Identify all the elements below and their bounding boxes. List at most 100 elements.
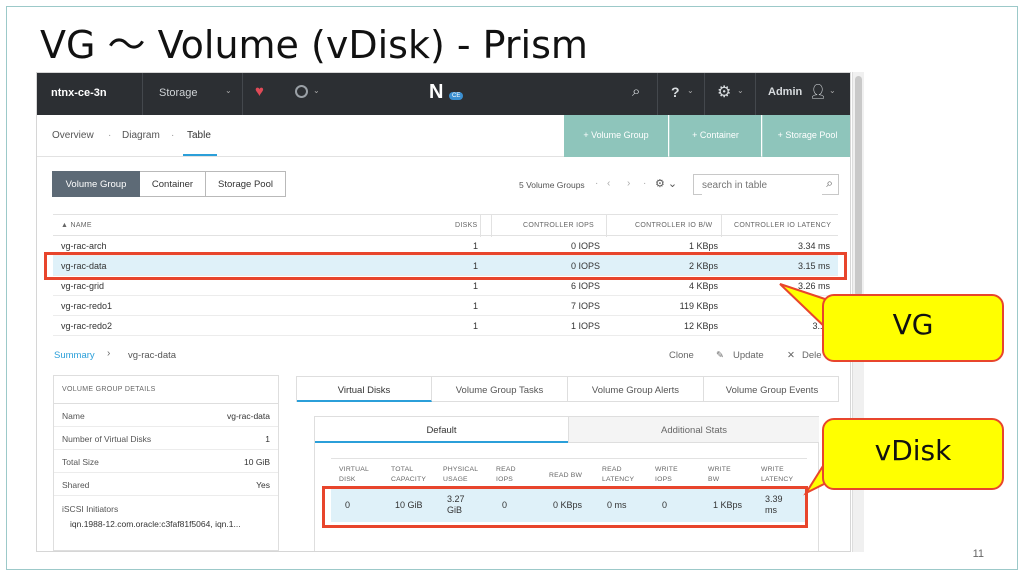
column-header-disks[interactable]: DISKS	[455, 222, 478, 229]
divider	[704, 73, 705, 115]
health-heart-icon[interactable]: ♥	[255, 83, 271, 100]
vg-name[interactable]: vg-rac-redo1	[61, 301, 112, 311]
chevron-down-icon[interactable]: ⌄	[737, 86, 744, 95]
search-icon[interactable]: ⌕	[826, 176, 833, 191]
separator-dot: ·	[643, 178, 647, 189]
tab-volume-group-tasks[interactable]: Volume Group Tasks	[432, 377, 568, 402]
tab-overview[interactable]: Overview	[52, 130, 94, 141]
column-header-latency[interactable]: CONTROLLER IO LATENCY	[734, 222, 831, 229]
detail-row: Name vg-rac-data	[54, 404, 278, 427]
clone-button[interactable]: Clone	[669, 350, 694, 361]
column-header[interactable]: READ LATENCY	[602, 465, 634, 485]
column-header[interactable]: WRITE BW	[708, 465, 731, 485]
delete-button[interactable]: Dele	[802, 350, 822, 361]
close-icon[interactable]: ✕	[787, 350, 795, 361]
column-header[interactable]: VIRTUAL DISK	[339, 465, 369, 485]
divider	[142, 73, 143, 115]
subtab-additional-stats[interactable]: Additional Stats	[568, 417, 819, 443]
column-header-line: BW	[708, 476, 720, 483]
detail-tabs: Virtual Disks Volume Group Tasks Volume …	[296, 376, 839, 402]
vg-name[interactable]: vg-rac-redo2	[61, 321, 112, 331]
tab-volume-group-events[interactable]: Volume Group Events	[704, 377, 840, 402]
detail-value: vg-rac-data	[227, 411, 270, 421]
vg-bw: 1 KBps	[688, 241, 718, 251]
column-header-iops[interactable]: CONTROLLER IOPS	[523, 222, 594, 229]
column-header-bw[interactable]: CONTROLLER IO B/W	[635, 222, 712, 229]
vdisk-row-highlight	[322, 486, 808, 528]
tab-diagram[interactable]: Diagram	[122, 130, 160, 141]
table-row[interactable]: vg-rac-redo1 1 7 IOPS 119 KBps 6	[53, 296, 838, 316]
subtab-default[interactable]: Default	[315, 417, 568, 443]
column-header-line: READ BW	[549, 472, 583, 479]
chevron-down-icon[interactable]: ⌄	[687, 86, 694, 95]
chevron-down-icon[interactable]: ⌄	[313, 86, 320, 95]
add-storage-pool-button[interactable]: + Storage Pool	[762, 115, 850, 157]
logo-badge: CE	[449, 92, 464, 100]
table-row[interactable]: vg-rac-redo2 1 1 IOPS 12 KBps 3.18	[53, 316, 838, 336]
column-divider	[606, 215, 607, 237]
add-container-button[interactable]: + Container	[669, 115, 761, 157]
prev-page-icon[interactable]: ‹	[607, 178, 610, 189]
chevron-down-icon[interactable]: ⌄	[829, 86, 836, 95]
tab-table[interactable]: Table	[187, 130, 211, 141]
page-number: 11	[972, 548, 984, 560]
detail-value: 10 GiB	[244, 457, 270, 467]
gear-icon[interactable]: ⚙	[717, 82, 731, 102]
vg-latency: 3.26 ms	[797, 281, 830, 291]
search-icon[interactable]: ⌕	[632, 83, 640, 100]
vg-iops: 1 IOPS	[570, 321, 600, 331]
vg-disks: 1	[472, 241, 478, 251]
column-header-line: VIRTUAL	[339, 466, 369, 473]
table-settings-gear-icon[interactable]: ⚙ ⌄	[655, 177, 677, 190]
search-input[interactable]	[702, 176, 822, 195]
alerts-ring-icon[interactable]	[295, 85, 308, 98]
column-header-name[interactable]: ▲ NAME	[61, 222, 92, 229]
vg-callout: VG	[822, 294, 1004, 362]
column-header[interactable]: READ BW	[549, 471, 582, 481]
column-header-line: DISK	[339, 476, 356, 483]
segment-volume-group[interactable]: Volume Group	[52, 171, 140, 197]
separator-dot: ·	[171, 130, 175, 141]
vg-disks: 1	[472, 281, 478, 291]
vg-name[interactable]: vg-rac-arch	[61, 241, 107, 251]
breadcrumb-summary-link[interactable]: Summary	[54, 350, 95, 361]
column-header[interactable]: WRITE IOPS	[655, 465, 678, 485]
main-menu-dropdown[interactable]: Storage	[159, 87, 198, 99]
column-header[interactable]: PHYSICAL USAGE	[443, 465, 478, 485]
chevron-down-icon[interactable]: ⌄	[225, 86, 232, 95]
add-volume-group-button[interactable]: + Volume Group	[564, 115, 668, 157]
detail-row: Shared Yes	[54, 473, 278, 496]
vg-disks: 1	[472, 301, 478, 311]
chevron-right-icon: ›	[107, 348, 111, 359]
table-search-field[interactable]: ⌕	[693, 174, 839, 195]
vg-name[interactable]: vg-rac-grid	[61, 281, 104, 291]
column-header-line: PHYSICAL	[443, 466, 479, 473]
user-icon[interactable]: 👤︎	[809, 83, 827, 100]
pencil-icon[interactable]: ✎	[716, 350, 724, 361]
detail-row: Number of Virtual Disks 1	[54, 427, 278, 450]
tab-volume-group-alerts[interactable]: Volume Group Alerts	[568, 377, 704, 402]
cluster-name[interactable]: ntnx-ce-3n	[51, 87, 107, 99]
column-header[interactable]: TOTAL CAPACITY	[391, 465, 426, 485]
column-header[interactable]: READ IOPS	[496, 465, 516, 485]
column-header-line: CAPACITY	[391, 476, 427, 483]
detail-row: Total Size 10 GiB	[54, 450, 278, 473]
column-header-line: READ	[602, 466, 622, 473]
scrollbar-thumb[interactable]	[855, 76, 862, 296]
next-page-icon[interactable]: ›	[627, 178, 630, 189]
prism-window: ntnx-ce-3n Storage ⌄ ♥ ⌄ N CE ⌕ ? ⌄ ⚙ ⌄ …	[36, 72, 851, 552]
segment-container[interactable]: Container	[140, 171, 206, 197]
segment-storage-pool[interactable]: Storage Pool	[205, 171, 286, 197]
column-header-line: WRITE	[708, 466, 731, 473]
vg-iops: 0 IOPS	[570, 241, 600, 251]
column-header[interactable]: WRITE LATENCY	[761, 465, 793, 485]
disk-table-header: VIRTUAL DISK TOTAL CAPACITY PHYSICAL USAGE …	[331, 458, 807, 488]
column-header-line: READ	[496, 466, 516, 473]
help-icon[interactable]: ?	[671, 84, 680, 100]
update-button[interactable]: Update	[733, 350, 764, 361]
tab-virtual-disks[interactable]: Virtual Disks	[297, 377, 432, 402]
user-name[interactable]: Admin	[768, 86, 802, 98]
detail-key: Number of Virtual Disks	[62, 434, 152, 444]
breadcrumb-current: vg-rac-data	[128, 350, 177, 361]
detail-key: Name	[62, 411, 85, 421]
